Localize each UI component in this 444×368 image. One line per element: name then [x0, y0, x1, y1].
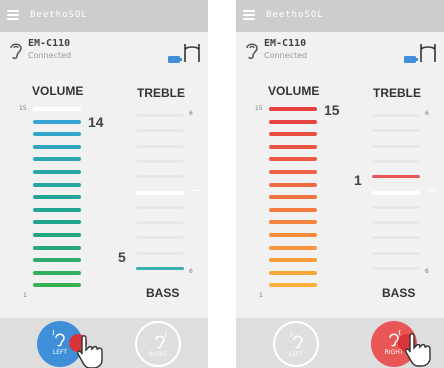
tone-bar-8[interactable] [136, 236, 184, 240]
volume-bar-2[interactable] [269, 270, 317, 275]
volume-bar-7[interactable] [33, 207, 81, 212]
tone-bar-10[interactable] [372, 267, 420, 270]
app-header: BeethoSOL [0, 0, 208, 32]
tone-bar-10[interactable] [136, 267, 184, 270]
battery-icon [168, 56, 182, 63]
volume-bar-9[interactable] [33, 182, 81, 187]
ear-icon [290, 331, 303, 349]
volume-bar-11[interactable] [33, 157, 81, 162]
center-marker [192, 190, 200, 191]
tone-bar-7[interactable] [372, 221, 420, 225]
tap-hand-icon [405, 333, 431, 367]
volume-bar-12[interactable] [269, 144, 317, 149]
tone-bar-3[interactable] [372, 159, 420, 163]
device-model: EM-C110 [264, 38, 307, 49]
app-title: BeethoSOL [266, 10, 324, 20]
volume-bar-14[interactable] [33, 119, 81, 124]
treble-max-tick: 6 [425, 110, 429, 117]
ear-icon [246, 43, 258, 60]
volume-label: VOLUME [268, 84, 320, 98]
treble-value: 1 [354, 172, 362, 188]
volume-max-tick: 15 [255, 105, 263, 112]
volume-bar-11[interactable] [269, 157, 317, 162]
tone-bar-9[interactable] [372, 251, 420, 255]
right-button-label: RIGHT [148, 351, 168, 358]
volume-bar-10[interactable] [269, 170, 317, 174]
tone-bar-0[interactable] [372, 114, 420, 117]
app-title: BeethoSOL [30, 10, 88, 20]
volume-bar-3[interactable] [269, 258, 317, 263]
treble-max-tick: 6 [189, 110, 193, 117]
treble-label: TREBLE [137, 86, 185, 100]
treble-label: TREBLE [373, 86, 421, 100]
tap-hand-icon [77, 335, 103, 368]
tone-bar-2[interactable] [372, 144, 420, 148]
connection-status: Connected [28, 51, 72, 60]
volume-min-tick: 1 [23, 292, 27, 299]
volume-bar-12[interactable] [33, 144, 81, 149]
bass-max-tick: 6 [189, 268, 193, 275]
volume-bar-2[interactable] [33, 270, 81, 275]
bass-max-tick: 6 [425, 268, 429, 275]
volume-max-tick: 15 [19, 105, 27, 112]
volume-bar-13[interactable] [269, 132, 317, 137]
hamburger-menu-icon[interactable] [7, 10, 19, 20]
volume-bar-4[interactable] [269, 245, 317, 250]
app-header: BeethoSOL [236, 0, 444, 32]
volume-bar-14[interactable] [269, 119, 317, 124]
bass-value: 5 [118, 249, 126, 265]
bass-label: BASS [146, 286, 180, 300]
tone-bar-2[interactable] [136, 144, 184, 148]
tone-bar-1[interactable] [372, 129, 420, 133]
battery-icon [404, 56, 418, 63]
tone-bar-1[interactable] [136, 129, 184, 133]
volume-bar-13[interactable] [33, 132, 81, 137]
volume-bar-4[interactable] [33, 245, 81, 250]
neckband-headset-icon [184, 44, 200, 62]
right-ear-button[interactable]: RIGHT [135, 321, 181, 367]
bass-label: BASS [382, 286, 416, 300]
volume-bar-8[interactable] [33, 195, 81, 200]
left-button-label: LEFT [288, 351, 304, 358]
volume-bar-6[interactable] [269, 220, 317, 225]
connection-status: Connected [264, 51, 308, 60]
left-ear-button[interactable]: LEFT [273, 321, 319, 367]
volume-bar-7[interactable] [269, 207, 317, 212]
ear-icon [10, 43, 22, 60]
volume-value: 15 [324, 102, 340, 118]
center-marker [428, 190, 436, 191]
volume-min-tick: 1 [259, 292, 263, 299]
hamburger-menu-icon[interactable] [243, 10, 255, 20]
tone-bar-7[interactable] [136, 221, 184, 225]
volume-bar-5[interactable] [269, 233, 317, 237]
volume-bar-15[interactable] [269, 107, 317, 111]
tone-bar-5[interactable] [372, 190, 420, 195]
volume-bar-1[interactable] [33, 283, 81, 288]
right-screen: BeethoSOL EM-C110 Connected VOLUME TREBL… [236, 0, 444, 368]
volume-value: 14 [88, 114, 104, 130]
device-model: EM-C110 [28, 38, 71, 49]
volume-bar-1[interactable] [269, 283, 317, 288]
volume-label: VOLUME [32, 84, 84, 98]
volume-bar-6[interactable] [33, 220, 81, 225]
tone-bar-6[interactable] [136, 205, 184, 209]
ear-icon [155, 331, 167, 349]
tone-bar-4[interactable] [372, 175, 420, 179]
tone-bar-9[interactable] [136, 251, 184, 255]
tone-bar-8[interactable] [372, 236, 420, 240]
volume-bar-5[interactable] [33, 233, 81, 237]
tone-bar-5[interactable] [136, 190, 184, 195]
tone-bar-0[interactable] [136, 114, 184, 117]
volume-bar-15[interactable] [33, 107, 81, 111]
tone-bar-4[interactable] [136, 175, 184, 179]
volume-bar-9[interactable] [269, 182, 317, 187]
volume-bar-10[interactable] [33, 170, 81, 174]
neckband-headset-icon [420, 44, 436, 62]
volume-bar-8[interactable] [269, 195, 317, 200]
volume-bar-3[interactable] [33, 258, 81, 263]
left-screen: BeethoSOL EM-C110 Connected VOLUME TREBL… [0, 0, 208, 368]
tone-bar-3[interactable] [136, 159, 184, 163]
ear-icon [52, 329, 65, 347]
tone-bar-6[interactable] [372, 205, 420, 209]
